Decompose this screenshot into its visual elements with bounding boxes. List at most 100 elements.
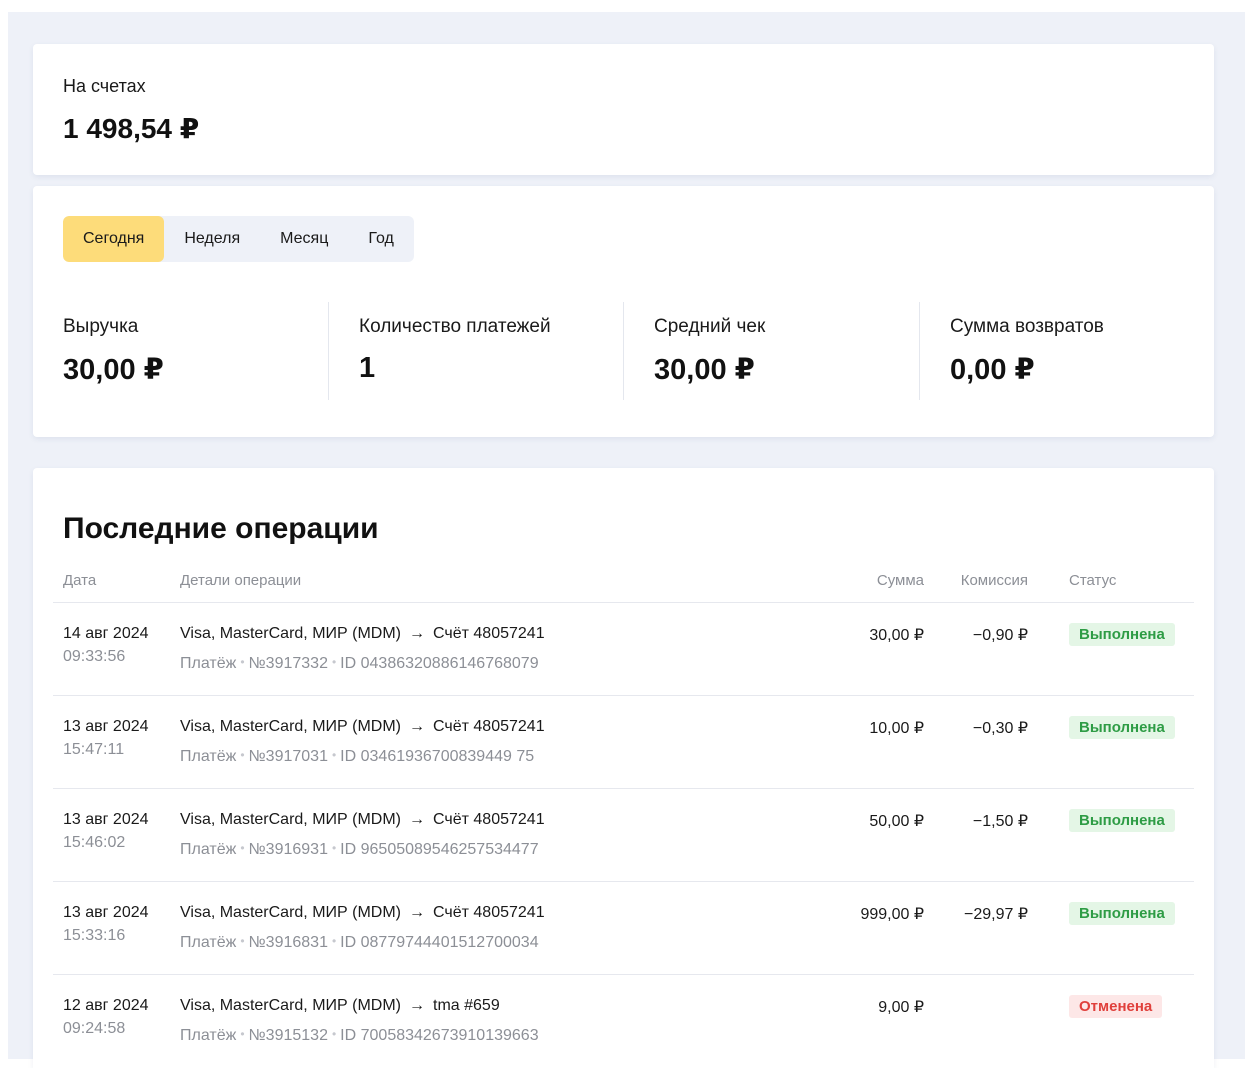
- tab-month[interactable]: Месяц: [260, 216, 348, 262]
- row-source: Visa, MasterCard, МИР (MDM): [180, 718, 402, 735]
- arrow-right-icon: →: [409, 904, 426, 921]
- stats-card: Сегодня Неделя Месяц Год Выручка 30,00 ₽…: [33, 186, 1214, 437]
- status-badge: Отменена: [1069, 995, 1163, 1018]
- row-number: №3917031: [248, 748, 328, 765]
- stat-revenue: Выручка 30,00 ₽: [33, 302, 329, 400]
- stat-average-check: Средний чек 30,00 ₽: [623, 302, 919, 400]
- row-date: 13 авг 2024: [63, 811, 149, 828]
- separator-dot-icon: •: [240, 748, 245, 762]
- separator-dot-icon: •: [331, 748, 337, 762]
- row-amount: 30,00 ₽: [869, 627, 924, 644]
- operations-table-header: Дата Детали операции Сумма Комиссия Стат…: [53, 568, 1194, 603]
- row-amount: 10,00 ₽: [869, 720, 924, 737]
- stat-label: Сумма возвратов: [950, 316, 1104, 337]
- separator-dot-icon: •: [331, 1027, 337, 1041]
- row-route: Visa, MasterCard, МИР (MDM) → Счёт 4805724…: [180, 718, 545, 736]
- row-type: Платёж: [180, 841, 237, 858]
- separator-dot-icon: •: [331, 934, 337, 948]
- status-badge: Выполнена: [1069, 902, 1175, 925]
- row-number: №3916831: [248, 934, 328, 951]
- row-number: №3915132: [248, 1027, 328, 1044]
- row-fee: −1,50 ₽: [972, 813, 1028, 830]
- table-row[interactable]: 14 авг 2024 09:33:56 Visa, MasterCard, М…: [53, 603, 1194, 696]
- stat-payments-count: Количество платежей 1: [328, 302, 624, 400]
- period-tabs: Сегодня Неделя Месяц Год: [63, 216, 414, 262]
- arrow-right-icon: →: [409, 718, 426, 735]
- column-date: Дата: [63, 572, 97, 589]
- stat-label: Выручка: [63, 316, 139, 337]
- status-badge: Выполнена: [1069, 716, 1175, 739]
- row-target: tma #659: [433, 997, 500, 1014]
- row-id: ID 70058342673910139663: [340, 1027, 539, 1044]
- status-badge: Выполнена: [1069, 623, 1175, 646]
- row-fee: −29,97 ₽: [963, 906, 1028, 923]
- row-date: 13 авг 2024: [63, 904, 149, 921]
- row-source: Visa, MasterCard, МИР (MDM): [180, 997, 402, 1014]
- row-meta: Платёж • №3917332 • ID 04386320886146768079: [180, 655, 539, 673]
- row-target: Счёт 48057241: [433, 811, 545, 828]
- row-id: ID 08779744401512700034: [340, 934, 539, 951]
- row-amount: 999,00 ₽: [860, 906, 924, 923]
- stat-label: Средний чек: [654, 316, 766, 337]
- row-fee: −0,90 ₽: [972, 627, 1028, 644]
- row-fee: −0,30 ₽: [972, 720, 1028, 737]
- balance-value: 1 498,54 ₽: [63, 113, 200, 144]
- separator-dot-icon: •: [240, 934, 245, 948]
- row-amount: 50,00 ₽: [869, 813, 924, 830]
- table-row[interactable]: 13 авг 2024 15:33:16 Visa, MasterCard, М…: [53, 882, 1194, 975]
- arrow-right-icon: →: [409, 997, 426, 1014]
- table-row[interactable]: 13 авг 2024 15:46:02 Visa, MasterCard, М…: [53, 789, 1194, 882]
- stat-value: 0,00 ₽: [950, 354, 1035, 386]
- balance-label: На счетах: [63, 76, 146, 96]
- row-id: ID 96505089546257534477: [340, 841, 539, 858]
- row-type: Платёж: [180, 1027, 237, 1044]
- row-meta: Платёж • №3917031 • ID 03461936700839449 75: [180, 748, 534, 766]
- row-id: ID 04386320886146768079: [340, 655, 539, 672]
- row-type: Платёж: [180, 655, 237, 672]
- row-time: 09:33:56: [63, 648, 126, 665]
- row-date: 13 авг 2024: [63, 718, 149, 735]
- row-meta: Платёж • №3916831 • ID 08779744401512700034: [180, 934, 539, 952]
- row-amount: 9,00 ₽: [878, 999, 924, 1016]
- separator-dot-icon: •: [240, 841, 245, 855]
- row-meta: Платёж • №3915132 • ID 70058342673910139663: [180, 1027, 539, 1045]
- table-row[interactable]: 13 авг 2024 15:47:11 Visa, MasterCard, М…: [53, 696, 1194, 789]
- column-amount: Сумма: [876, 572, 924, 589]
- row-number: №3916931: [248, 841, 328, 858]
- separator-dot-icon: •: [331, 655, 337, 669]
- row-source: Visa, MasterCard, МИР (MDM): [180, 811, 402, 828]
- row-route: Visa, MasterCard, МИР (MDM) → Счёт 4805724…: [180, 904, 545, 922]
- row-time: 09:24:58: [63, 1020, 126, 1037]
- tab-year[interactable]: Год: [348, 216, 413, 262]
- column-fee: Комиссия: [960, 572, 1028, 589]
- separator-dot-icon: •: [240, 655, 245, 669]
- row-time: 15:46:02: [63, 834, 126, 851]
- column-status: Статус: [1069, 572, 1117, 589]
- row-id: ID 03461936700839449 75: [340, 748, 535, 765]
- column-details: Детали операции: [180, 572, 302, 589]
- tab-week[interactable]: Неделя: [164, 216, 260, 262]
- row-time: 15:47:11: [63, 741, 125, 758]
- row-target: Счёт 48057241: [433, 625, 545, 642]
- row-route: Visa, MasterCard, МИР (MDM) → tma #659: [180, 997, 500, 1015]
- row-type: Платёж: [180, 748, 237, 765]
- dashboard-frame: На счетах 1 498,54 ₽ Сегодня Неделя Меся…: [8, 12, 1245, 1068]
- row-type: Платёж: [180, 934, 237, 951]
- tab-today[interactable]: Сегодня: [63, 216, 165, 262]
- row-date: 14 авг 2024: [63, 625, 149, 642]
- row-target: Счёт 48057241: [433, 904, 545, 921]
- row-source: Visa, MasterCard, МИР (MDM): [180, 904, 402, 921]
- row-time: 15:33:16: [63, 927, 126, 944]
- stat-value: 1: [359, 352, 376, 384]
- row-route: Visa, MasterCard, МИР (MDM) → Счёт 4805724…: [180, 811, 545, 829]
- separator-dot-icon: •: [331, 841, 337, 855]
- row-meta: Платёж • №3916931 • ID 96505089546257534477: [180, 841, 539, 859]
- stat-refunds-sum: Сумма возвратов 0,00 ₽: [919, 302, 1215, 400]
- row-target: Счёт 48057241: [433, 718, 545, 735]
- row-number: №3917332: [248, 655, 328, 672]
- arrow-right-icon: →: [409, 625, 426, 642]
- table-row[interactable]: 12 авг 2024 09:24:58 Visa, MasterCard, М…: [53, 975, 1194, 1068]
- row-source: Visa, MasterCard, МИР (MDM): [180, 625, 402, 642]
- balance-card: На счетах 1 498,54 ₽: [33, 44, 1214, 175]
- stat-value: 30,00 ₽: [63, 354, 164, 386]
